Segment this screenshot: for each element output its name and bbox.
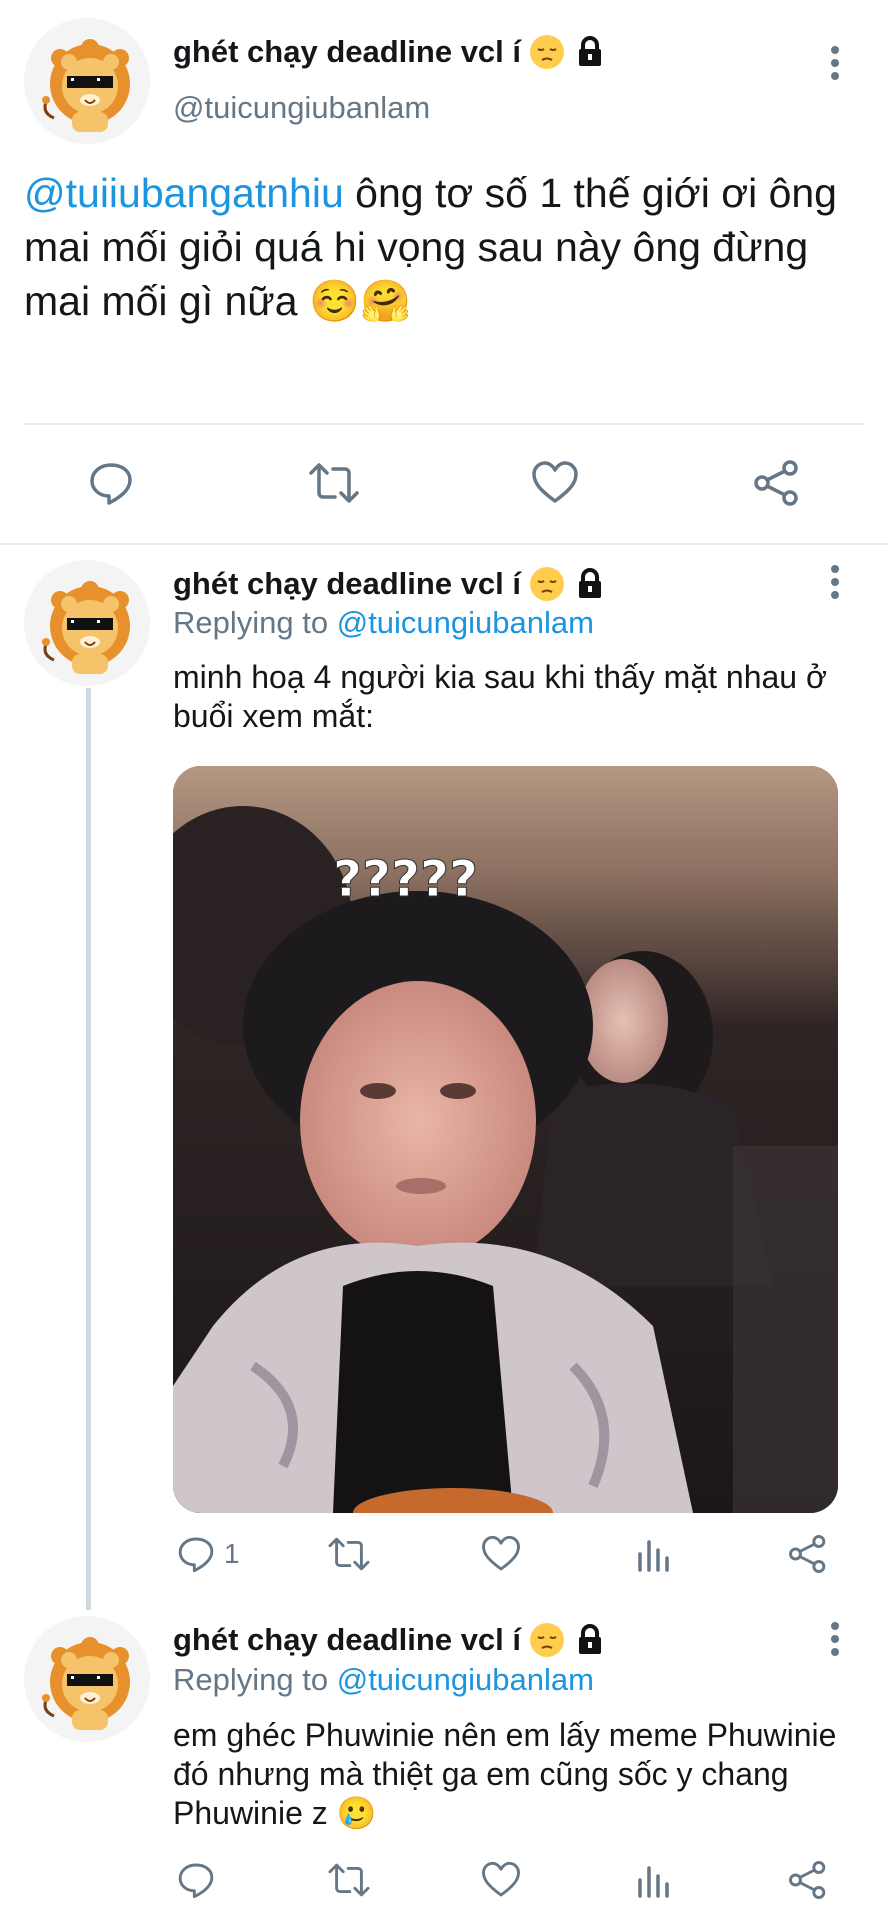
replying-to-link[interactable]: @tuicungiubanlam — [337, 605, 594, 640]
heart-icon — [482, 1535, 520, 1571]
retweet-button[interactable] — [305, 459, 363, 507]
pensive-face-icon — [529, 566, 565, 602]
reply-button[interactable] — [87, 459, 135, 507]
like-button[interactable] — [530, 459, 580, 507]
retweet-button[interactable] — [325, 1860, 373, 1900]
main-tweet: ghét chạy deadline vcl í @tuicungiubanla… — [0, 0, 889, 545]
more-options-icon[interactable] — [825, 563, 845, 601]
retweet-icon — [309, 463, 359, 503]
thread-connector — [86, 688, 91, 1610]
avatar[interactable] — [24, 1616, 150, 1742]
reply-button[interactable]: 1 — [176, 1534, 240, 1574]
analytics-icon — [638, 1866, 669, 1898]
share-button[interactable] — [752, 459, 802, 507]
retweet-button[interactable] — [325, 1534, 373, 1574]
heart-icon — [532, 461, 578, 503]
mention-link[interactable]: @tuiiubangatnhiu — [24, 170, 344, 216]
reply-count: 1 — [224, 1538, 240, 1569]
image-overlay-text: ????? — [333, 850, 478, 908]
display-name-row[interactable]: ghét chạy deadline vcl í — [173, 566, 607, 602]
comment-icon — [90, 463, 132, 505]
user-handle[interactable]: @tuicungiubanlam — [173, 90, 430, 126]
pensive-face-icon — [529, 1622, 565, 1658]
like-button[interactable] — [480, 1860, 522, 1900]
retweet-icon — [328, 1863, 370, 1897]
replying-to-link[interactable]: @tuicungiubanlam — [337, 1662, 594, 1697]
share-button[interactable] — [787, 1534, 829, 1574]
share-icon — [789, 1535, 826, 1573]
tweet-text: minh hoạ 4 người kia sau khi thấy mặt nh… — [173, 659, 827, 734]
tweet-text: em ghéc Phuwinie nên em lấy meme Phuwini… — [173, 1717, 837, 1831]
avatar[interactable] — [24, 18, 150, 144]
display-name[interactable]: ghét chạy deadline vcl í — [173, 34, 521, 70]
tweet-text: @tuiiubangatnhiu ông tơ số 1 thế giới ơi… — [24, 166, 864, 328]
share-button[interactable] — [787, 1860, 829, 1900]
divider — [24, 423, 864, 425]
comment-icon — [178, 1863, 214, 1899]
section-divider — [0, 543, 889, 545]
replying-prefix: Replying to — [173, 605, 337, 640]
display-name[interactable]: ghét chạy deadline vcl í — [173, 566, 521, 602]
reply-button[interactable] — [176, 1860, 216, 1900]
avatar[interactable] — [24, 560, 150, 686]
analytics-button[interactable] — [636, 1860, 672, 1900]
replying-to: Replying to @tuicungiubanlam — [173, 1662, 594, 1698]
lock-icon — [573, 567, 607, 601]
share-icon — [789, 1861, 826, 1899]
share-icon — [754, 460, 798, 506]
display-name-row[interactable]: ghét chạy deadline vcl í — [173, 34, 607, 70]
lock-icon — [573, 35, 607, 69]
display-name-row[interactable]: ghét chạy deadline vcl í — [173, 1622, 607, 1658]
retweet-icon — [328, 1537, 370, 1571]
more-options-icon[interactable] — [825, 44, 845, 82]
analytics-button[interactable] — [636, 1534, 672, 1574]
comment-icon — [178, 1537, 214, 1573]
pensive-face-icon — [529, 34, 565, 70]
replying-to: Replying to @tuicungiubanlam — [173, 605, 594, 641]
heart-icon — [482, 1861, 520, 1897]
analytics-icon — [638, 1540, 669, 1572]
more-options-icon[interactable] — [825, 1620, 845, 1658]
display-name[interactable]: ghét chạy deadline vcl í — [173, 1622, 521, 1658]
like-button[interactable] — [480, 1534, 522, 1574]
lock-icon — [573, 1623, 607, 1657]
tweet-image[interactable]: ????? — [173, 766, 838, 1513]
replying-prefix: Replying to — [173, 1662, 337, 1697]
